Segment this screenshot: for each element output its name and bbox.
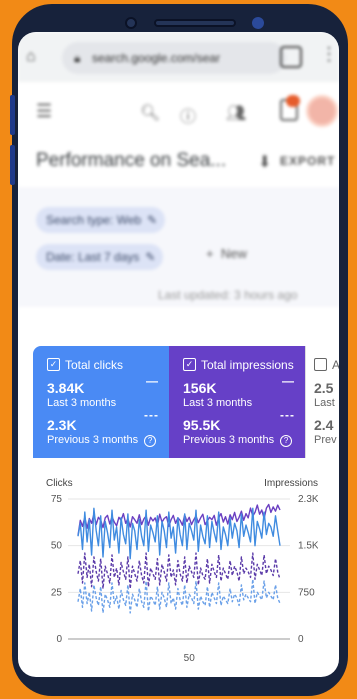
metric-label: Total impressions xyxy=(201,358,294,372)
edit-icon: ✎ xyxy=(145,250,156,264)
metric-current-value: 3.84K — xyxy=(47,374,169,396)
y-axis-left-label: Clicks xyxy=(46,478,73,489)
metric-header: ✓ Total impressions xyxy=(183,358,305,372)
volume-up-button xyxy=(10,95,15,135)
metric-previous-value: 2.3K --- xyxy=(47,408,169,433)
metric-header: A xyxy=(314,358,339,372)
hamburger-menu-icon[interactable]: ☰ xyxy=(36,101,52,122)
new-label: New xyxy=(220,246,247,261)
speaker-grille xyxy=(154,19,236,27)
metric-previous-value-text: 95.5K xyxy=(183,417,221,433)
search-icon[interactable]: 🔍︎ xyxy=(140,103,160,123)
date-chip[interactable]: Date: Last 7 days ✎ xyxy=(36,244,164,270)
tab-switcher-icon[interactable] xyxy=(280,46,302,68)
metric-current-value: 2.5 xyxy=(314,380,334,396)
y-right-tick-label: 750 xyxy=(298,587,315,598)
checkbox-checked-icon[interactable]: ✓ xyxy=(183,358,196,371)
solid-line-legend-icon: — xyxy=(282,374,295,388)
browser-url-bar: ⌂ 🔒︎ search.google.com/sear ⋮ xyxy=(18,32,339,82)
performance-line-chart: Clicks Impressions 75 2.3K 50 1.5K 25 750 0 0 50 xyxy=(46,478,318,662)
metric-previous-period: Previous 3 months? xyxy=(183,434,305,447)
metric-cards: ✓ Total clicks 3.84K — Last 3 months 2.3K… xyxy=(33,346,339,458)
metric-card-average[interactable]: A 2.5 Last 2.4 Prev xyxy=(305,346,339,458)
last-updated-text: Last updated: 3 hours ago xyxy=(158,288,298,302)
notification-badge xyxy=(286,95,300,107)
metric-current-value-text: 156K xyxy=(183,380,217,396)
avatar[interactable] xyxy=(306,95,338,127)
edit-icon: ✎ xyxy=(147,213,158,227)
y-left-tick-label: 75 xyxy=(51,494,63,505)
help-icon[interactable]: ? xyxy=(280,435,293,447)
camera-icon xyxy=(125,17,137,29)
metric-previous-value: 2.4 xyxy=(314,417,334,433)
metric-previous-period-text: Previous 3 months xyxy=(47,434,139,446)
users-icon[interactable]: 👥︎ xyxy=(226,103,246,123)
lock-icon: 🔒︎ xyxy=(74,51,81,65)
metric-previous-value-text: 2.3K xyxy=(47,417,77,433)
checkbox-checked-icon[interactable]: ✓ xyxy=(47,358,60,371)
metric-label: A xyxy=(332,358,339,372)
metric-previous-period: Previous 3 months? xyxy=(47,434,169,447)
y-left-tick-label: 50 xyxy=(51,541,63,552)
new-filter-button[interactable]: + New xyxy=(206,246,247,261)
dashed-line-legend-icon: --- xyxy=(280,408,295,422)
url-text: search.google.com/sear xyxy=(92,51,221,65)
metric-current-period: Last xyxy=(314,397,335,409)
date-label: Date: Last 7 days xyxy=(46,250,140,264)
y-left-tick-label: 25 xyxy=(51,587,63,598)
sensor-icon xyxy=(252,17,264,29)
series-line-3 xyxy=(77,578,281,614)
metric-previous-period-text: Previous 3 months xyxy=(183,434,275,446)
plus-icon: + xyxy=(206,246,214,261)
y-right-tick-label: 2.3K xyxy=(298,494,318,505)
y-right-tick-label: 1.5K xyxy=(298,541,318,552)
metric-header: ✓ Total clicks xyxy=(47,358,169,372)
home-icon[interactable]: ⌂ xyxy=(26,48,36,66)
phone-notch xyxy=(120,14,270,32)
series-line-2 xyxy=(77,552,281,590)
metric-current-value-text: 3.84K xyxy=(47,380,85,396)
address-field[interactable]: 🔒︎ search.google.com/sear xyxy=(62,42,286,74)
metric-label: Total clicks xyxy=(65,358,124,372)
metric-current-value: 156K — xyxy=(183,374,305,396)
metric-previous-period: Prev xyxy=(314,434,337,446)
y-right-tick-label: 0 xyxy=(298,634,304,645)
metric-card-impressions[interactable]: ✓ Total impressions 156K — Last 3 months … xyxy=(169,346,305,458)
y-axis-right-label: Impressions xyxy=(264,478,318,489)
download-icon[interactable]: ⬇ xyxy=(258,152,271,172)
dashed-line-legend-icon: --- xyxy=(144,408,159,422)
browser-menu-icon[interactable]: ⋮ xyxy=(320,44,338,65)
volume-down-button xyxy=(10,145,15,185)
page-title: Performance on Sea... xyxy=(36,150,227,171)
export-button[interactable]: EXPORT xyxy=(280,154,335,168)
metric-previous-value: 95.5K --- xyxy=(183,408,305,433)
help-icon[interactable]: ⓘ xyxy=(180,103,196,127)
help-icon[interactable]: ? xyxy=(144,435,157,447)
checkbox-unchecked-icon[interactable] xyxy=(314,358,327,371)
solid-line-legend-icon: — xyxy=(146,374,159,388)
phone-screen: ⌂ 🔒︎ search.google.com/sear ⋮ ☰ 🔍︎ ⓘ 👥︎ … xyxy=(18,32,339,677)
x-tick-label: 50 xyxy=(184,653,196,662)
search-type-label: Search type: Web xyxy=(46,213,142,227)
metric-card-clicks[interactable]: ✓ Total clicks 3.84K — Last 3 months 2.3K… xyxy=(33,346,169,458)
y-left-tick-label: 0 xyxy=(56,634,62,645)
search-type-chip[interactable]: Search type: Web ✎ xyxy=(36,207,166,233)
app-top-bar: ☰ 🔍︎ ⓘ 👥︎ xyxy=(18,87,339,137)
